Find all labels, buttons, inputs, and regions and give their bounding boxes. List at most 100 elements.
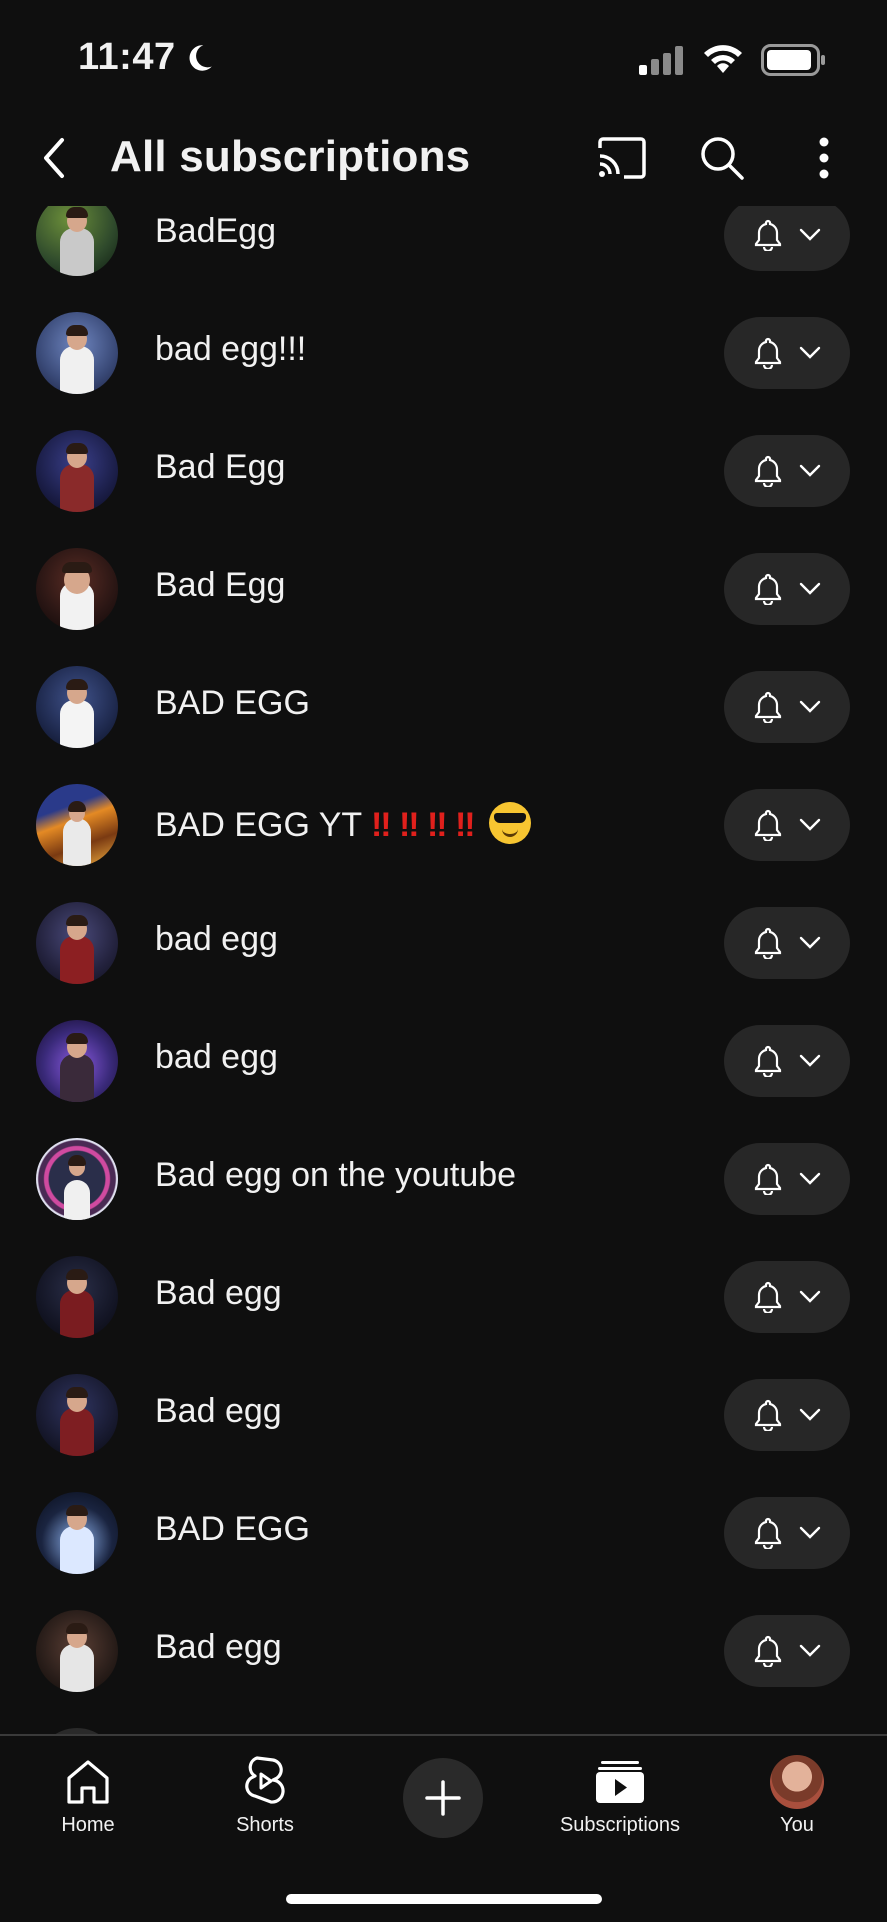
chevron-down-icon [799, 1408, 821, 1421]
notification-settings-button[interactable] [724, 553, 850, 625]
search-button[interactable] [694, 130, 750, 186]
more-vert-icon [819, 137, 829, 179]
subscription-row[interactable]: BAD EGG YT ‼ ‼ ‼ ‼ [0, 766, 887, 884]
subscription-row[interactable]: Bad egg on the youtube [0, 1120, 887, 1238]
notification-settings-button[interactable] [724, 1615, 850, 1687]
notification-settings-button[interactable] [724, 671, 850, 743]
plus-icon [425, 1780, 461, 1816]
channel-avatar[interactable] [36, 784, 118, 866]
notification-settings-button[interactable] [724, 789, 850, 861]
page-title: All subscriptions [110, 132, 471, 181]
status-time: 11:47 [78, 36, 216, 79]
more-options-button[interactable] [796, 130, 852, 186]
chevron-down-icon [799, 228, 821, 241]
notification-settings-button[interactable] [724, 1025, 850, 1097]
notification-settings-button[interactable] [724, 907, 850, 979]
channel-name[interactable]: BAD EGG [155, 1510, 310, 1549]
double-exclamation-emoji: ‼ [455, 806, 475, 844]
nav-you-label: You [780, 1814, 814, 1836]
nav-subscriptions-label: Subscriptions [559, 1814, 681, 1836]
notification-settings-button[interactable] [724, 435, 850, 507]
subscription-row[interactable]: BAD EGG [0, 648, 887, 766]
moon-icon [189, 44, 212, 71]
subscription-row[interactable] [0, 1710, 887, 1734]
back-button[interactable] [30, 130, 80, 186]
channel-name[interactable]: Bad egg [155, 1628, 282, 1667]
nav-home[interactable]: Home [8, 1754, 168, 1837]
notification-settings-button[interactable] [724, 1379, 850, 1451]
notification-settings-button[interactable] [724, 206, 850, 271]
channel-avatar[interactable] [36, 666, 118, 748]
channel-avatar[interactable] [36, 1256, 118, 1338]
subscription-row[interactable]: bad egg!!! [0, 294, 887, 412]
subscriptions-icon [596, 1761, 644, 1803]
app-header: All subscriptions [0, 110, 887, 206]
bell-icon [754, 809, 782, 841]
channel-avatar[interactable] [36, 548, 118, 630]
channel-name[interactable]: Bad Egg [155, 448, 285, 487]
chevron-down-icon [799, 1054, 821, 1067]
cast-button[interactable] [594, 130, 650, 186]
channel-avatar[interactable] [36, 902, 118, 984]
channel-avatar[interactable] [36, 430, 118, 512]
channel-name[interactable]: BAD EGG YT ‼ ‼ ‼ ‼ [155, 802, 532, 845]
subscription-row[interactable]: bad egg [0, 884, 887, 1002]
chevron-down-icon [799, 346, 821, 359]
sunglasses-emoji [489, 802, 532, 844]
channel-name[interactable]: Bad egg [155, 1274, 282, 1313]
channel-name[interactable]: BAD EGG [155, 684, 310, 723]
bell-icon [754, 337, 782, 369]
channel-name[interactable]: Bad egg on the youtube [155, 1156, 516, 1195]
profile-avatar [770, 1755, 824, 1809]
double-exclamation-emoji: ‼ [427, 806, 447, 844]
subscription-row[interactable]: Bad egg [0, 1238, 887, 1356]
channel-avatar[interactable] [36, 206, 118, 276]
notification-settings-button[interactable] [724, 1497, 850, 1569]
notification-settings-button[interactable] [724, 317, 850, 389]
subscription-row[interactable]: Bad egg [0, 1356, 887, 1474]
shorts-icon [245, 1756, 285, 1804]
clock-text: 11:47 [78, 36, 176, 78]
chevron-down-icon [799, 1644, 821, 1657]
channel-avatar[interactable] [36, 1610, 118, 1692]
subscription-row[interactable]: Bad Egg [0, 530, 887, 648]
status-icons [639, 44, 827, 76]
nav-home-label: Home [61, 1814, 115, 1836]
bell-icon [754, 573, 782, 605]
status-bar: 11:47 [0, 0, 887, 110]
channel-name[interactable]: Bad egg [155, 1392, 282, 1431]
notification-settings-button[interactable] [724, 1143, 850, 1215]
channel-avatar[interactable] [36, 1020, 118, 1102]
subscription-row[interactable]: Bad Egg [0, 412, 887, 530]
bell-icon [754, 927, 782, 959]
notification-settings-button[interactable] [724, 1261, 850, 1333]
nav-you[interactable]: You [717, 1754, 877, 1837]
channel-name[interactable]: bad egg!!! [155, 330, 306, 369]
channel-name-text: BAD EGG YT [155, 806, 362, 844]
chevron-down-icon [799, 700, 821, 713]
wifi-icon [704, 45, 742, 73]
bell-icon [754, 1517, 782, 1549]
subscription-row[interactable]: bad egg [0, 1002, 887, 1120]
bell-icon [754, 1281, 782, 1313]
cellular-signal-icon [639, 46, 683, 75]
chevron-down-icon [799, 582, 821, 595]
channel-name[interactable]: bad egg [155, 920, 278, 959]
cast-icon [598, 137, 646, 179]
channel-avatar[interactable] [36, 1138, 118, 1220]
subscription-row[interactable]: BadEgg [0, 206, 887, 294]
subscription-row[interactable]: BAD EGG [0, 1474, 887, 1592]
bell-icon [754, 1635, 782, 1667]
subscription-row[interactable]: Bad egg [0, 1592, 887, 1710]
nav-subscriptions[interactable]: Subscriptions [540, 1754, 700, 1837]
channel-name[interactable]: Bad Egg [155, 566, 285, 605]
nav-shorts[interactable]: Shorts [185, 1754, 345, 1837]
channel-avatar[interactable] [36, 312, 118, 394]
create-button[interactable] [403, 1758, 483, 1838]
channel-name[interactable]: BadEgg [155, 212, 276, 251]
channel-avatar[interactable] [36, 1492, 118, 1574]
chevron-down-icon [799, 1526, 821, 1539]
channel-avatar[interactable] [36, 1374, 118, 1456]
channel-name[interactable]: bad egg [155, 1038, 278, 1077]
bell-icon [754, 1163, 782, 1195]
